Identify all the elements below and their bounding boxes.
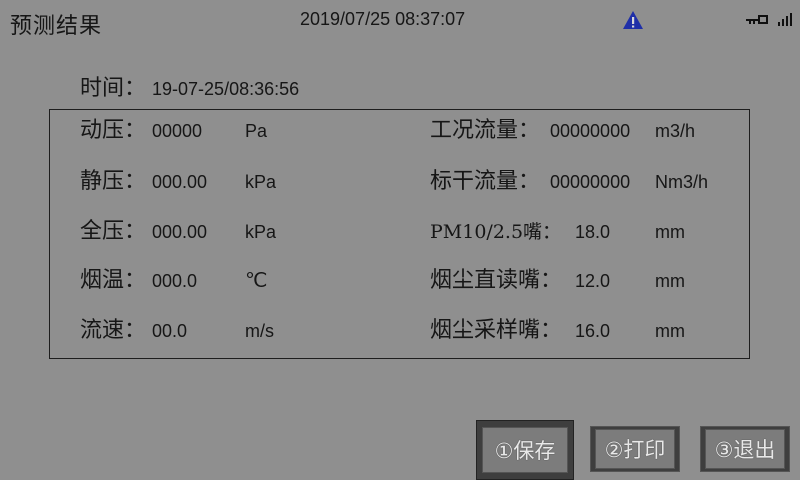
- param-unit: mm: [655, 222, 685, 242]
- param-value: 00000000: [550, 121, 631, 141]
- param-value: 000.00: [152, 222, 208, 242]
- param-unit: kPa: [245, 222, 277, 242]
- param-unit: m/s: [245, 321, 274, 341]
- param-value: 00000: [152, 121, 203, 141]
- param-label: 工况流量：: [430, 118, 541, 143]
- param-unit: kPa: [245, 172, 277, 192]
- results-panel: 动压： 00000 Pa 静压： 000.00 kPa 全压： 000.00 k…: [49, 109, 750, 359]
- param-unit: Nm3/h: [655, 172, 709, 192]
- param-label: 烟尘采样嘴：: [430, 318, 563, 343]
- param-value: 12.0: [575, 271, 611, 291]
- time-label: 时间：: [80, 76, 147, 101]
- param-value: 000.00: [152, 172, 208, 192]
- param-unit: mm: [655, 321, 685, 341]
- param-label: 标干流量：: [430, 169, 541, 194]
- exit-button[interactable]: ③退出: [700, 426, 790, 472]
- param-value: 18.0: [575, 222, 611, 242]
- param-label: 流速：: [80, 318, 147, 343]
- param-unit: Pa: [245, 121, 268, 141]
- param-label: 静压：: [80, 169, 147, 194]
- print-button[interactable]: ②打印: [590, 426, 680, 472]
- param-unit: mm: [655, 271, 685, 291]
- param-label: 烟温：: [80, 268, 147, 293]
- param-value: 00000000: [550, 172, 631, 192]
- exit-button-label[interactable]: ③退出: [705, 429, 785, 469]
- param-label: 动压：: [80, 118, 147, 143]
- page-title: 预测结果: [10, 14, 103, 39]
- save-button-label[interactable]: ①保存: [482, 427, 568, 473]
- param-value: 00.0: [152, 321, 188, 341]
- param-value: 16.0: [575, 321, 611, 341]
- param-label: PM10/2.5嘴：: [430, 221, 562, 243]
- measurement-time: 时间： 19-07-25/08:36:56: [80, 70, 299, 102]
- print-button-label[interactable]: ②打印: [595, 429, 675, 469]
- param-value: 000.0: [152, 271, 198, 291]
- time-value: 19-07-25/08:36:56: [152, 79, 300, 99]
- signal-icon: [778, 13, 792, 26]
- warning-icon[interactable]: [622, 10, 644, 30]
- screen: 预测结果 2019/07/25 08:37:07 时间： 19-07-25/08:…: [0, 0, 800, 480]
- param-unit: ℃: [245, 270, 268, 292]
- param-unit: m3/h: [655, 121, 696, 141]
- param-label: 全压：: [80, 219, 147, 244]
- datetime-display: 2019/07/25 08:37:07: [300, 9, 466, 29]
- save-button[interactable]: ①保存: [476, 420, 574, 480]
- param-label: 烟尘直读嘴：: [430, 268, 563, 293]
- top-bar: 预测结果 2019/07/25 08:37:07: [0, 0, 800, 40]
- key-icon: [746, 15, 768, 24]
